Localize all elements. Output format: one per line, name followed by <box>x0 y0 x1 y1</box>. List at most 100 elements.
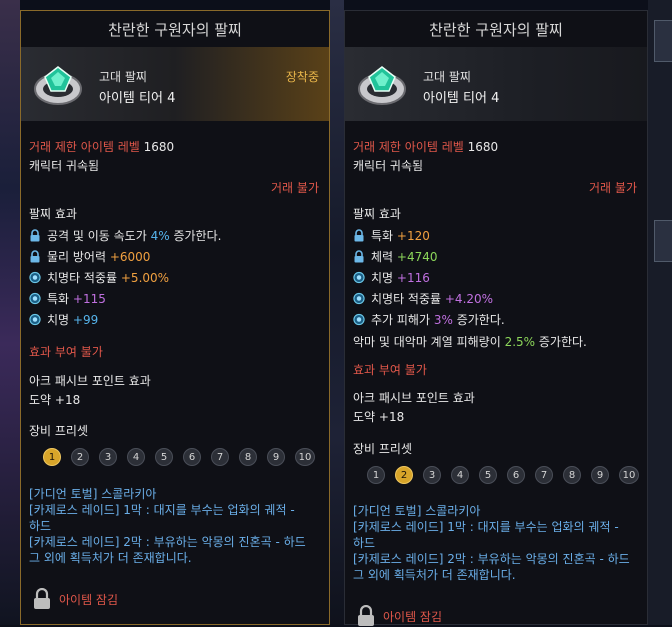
effect-text: 공격 및 이동 속도가 4% 증가한다. <box>47 229 222 243</box>
trade-status: 거래 불가 <box>271 181 319 195</box>
bound-status: 캐릭터 귀속됨 <box>29 159 100 173</box>
bound-status: 캐릭터 귀속됨 <box>353 159 424 173</box>
inventory-slot[interactable] <box>654 20 672 62</box>
preset-button-8[interactable]: 8 <box>239 448 257 466</box>
preset-button-10[interactable]: 10 <box>619 466 639 484</box>
preset-selector: 1 2 3 4 5 6 7 8 9 10 <box>367 466 639 484</box>
preset-button-2[interactable]: 2 <box>71 448 89 466</box>
preset-button-7[interactable]: 7 <box>535 466 553 484</box>
bracelet-icon <box>358 66 406 105</box>
preset-button-1[interactable]: 1 <box>367 466 385 484</box>
source-line[interactable]: [카제로스 레이드] 2막 : 부유하는 악몽의 진혼곡 - 하드 <box>353 551 630 567</box>
preset-button-4[interactable]: 4 <box>127 448 145 466</box>
lock-icon <box>353 250 365 263</box>
ark-passive-title: 아크 패시브 포인트 효과 <box>29 374 151 388</box>
preset-button-5[interactable]: 5 <box>155 448 173 466</box>
padlock-icon <box>358 605 374 626</box>
source-line[interactable]: [카제로스 레이드] 1막 : 대지를 부수는 업화의 궤적 - <box>29 502 306 518</box>
background-ui-right <box>648 0 672 625</box>
effect-row: 치명 +116 <box>353 269 430 286</box>
background-art-middle <box>330 0 344 625</box>
preset-button-4[interactable]: 4 <box>451 466 469 484</box>
effect-text: 특화 +115 <box>47 292 106 306</box>
item-tier: 아이템 티어 4 <box>99 91 176 106</box>
effect-text: 추가 피해가 3% 증가한다. <box>371 313 505 327</box>
effect-row: 치명타 적중률 +5.00% <box>29 269 169 286</box>
trade-status: 거래 불가 <box>589 181 637 195</box>
preset-button-6[interactable]: 6 <box>183 448 201 466</box>
preset-button-9[interactable]: 9 <box>591 466 609 484</box>
extra-effect: 악마 및 대악마 계열 피해량이 2.5% 증가한다. <box>353 335 587 349</box>
background-art-left <box>0 0 20 625</box>
lock-icon <box>29 229 41 242</box>
tooltip-compare-bracelet: 찬란한 구원자의 팔찌 고대 팔찌 아이템 티어 4 거래 제한 아이템 레벨 … <box>344 10 648 627</box>
source-line[interactable]: 하드 <box>353 535 630 551</box>
preset-button-3[interactable]: 3 <box>423 466 441 484</box>
tooltip-equipped-bracelet: 찬란한 구원자의 팔찌 고대 팔찌 아이템 티어 4 장착중 거래 제한 아이템… <box>20 10 330 625</box>
effect-text: 치명타 적중률 +5.00% <box>47 271 170 285</box>
effect-title: 팔찌 효과 <box>353 207 401 221</box>
preset-button-6[interactable]: 6 <box>507 466 525 484</box>
preset-title: 장비 프리셋 <box>353 442 413 456</box>
item-lock-status[interactable]: 아이템 잠김 <box>357 605 442 627</box>
gem-icon <box>29 292 41 305</box>
effect-text: 물리 방어력 +6000 <box>47 250 151 264</box>
effect-row: 추가 피해가 3% 증가한다. <box>353 311 505 328</box>
gem-icon <box>29 271 41 284</box>
tooltip-title: 찬란한 구원자의 팔찌 <box>429 20 563 39</box>
item-grade: 고대 팔찌 <box>99 70 147 84</box>
gem-icon <box>29 313 41 326</box>
item-grade: 고대 팔찌 <box>423 70 471 84</box>
preset-button-5[interactable]: 5 <box>479 466 497 484</box>
item-tier: 아이템 티어 4 <box>423 91 500 106</box>
ark-passive-title: 아크 패시브 포인트 효과 <box>353 391 475 405</box>
effect-row: 물리 방어력 +6000 <box>29 248 150 265</box>
gem-icon <box>353 313 365 326</box>
effect-row: 공격 및 이동 속도가 4% 증가한다. <box>29 227 221 244</box>
preset-button-8[interactable]: 8 <box>563 466 581 484</box>
lock-label: 아이템 잠김 <box>383 609 443 624</box>
source-list: [가디언 토벌] 스콜라키아 [카제로스 레이드] 1막 : 대지를 부수는 업… <box>353 503 630 583</box>
preset-button-3[interactable]: 3 <box>99 448 117 466</box>
effect-text: 치명타 적중률 +4.20% <box>371 292 494 306</box>
source-line[interactable]: [카제로스 레이드] 2막 : 부유하는 악몽의 진혼곡 - 하드 <box>29 534 306 550</box>
effect-text: 치명 +116 <box>371 271 430 285</box>
preset-button-1[interactable]: 1 <box>43 448 61 466</box>
trade-limit-level: 거래 제한 아이템 레벨 1680 <box>353 140 499 154</box>
padlock-icon <box>34 588 50 609</box>
source-line[interactable]: 그 외에 획득처가 더 존재합니다. <box>29 550 306 566</box>
preset-title: 장비 프리셋 <box>29 424 89 438</box>
effect-row: 특화 +115 <box>29 290 106 307</box>
item-header: 고대 팔찌 아이템 티어 4 <box>345 47 647 121</box>
lock-icon <box>353 229 365 242</box>
preset-button-7[interactable]: 7 <box>211 448 229 466</box>
effect-row: 치명타 적중률 +4.20% <box>353 290 493 307</box>
preset-selector: 1 2 3 4 5 6 7 8 9 10 <box>43 448 315 466</box>
effect-row: 체력 +4740 <box>353 248 438 265</box>
effect-text: 체력 +4740 <box>371 250 438 264</box>
effect-title: 팔찌 효과 <box>29 207 77 221</box>
item-lock-status[interactable]: 아이템 잠김 <box>33 588 118 610</box>
preset-button-10[interactable]: 10 <box>295 448 315 466</box>
effect-row: 치명 +99 <box>29 311 98 328</box>
gem-icon <box>353 292 365 305</box>
effect-text: 특화 +120 <box>371 229 430 243</box>
no-grant-label: 효과 부여 불가 <box>29 345 103 359</box>
source-line[interactable]: 그 외에 획득처가 더 존재합니다. <box>353 567 630 583</box>
source-list: [가디언 토벌] 스콜라키아 [카제로스 레이드] 1막 : 대지를 부수는 업… <box>29 486 306 566</box>
item-header: 고대 팔찌 아이템 티어 4 장착중 <box>21 47 329 121</box>
effect-row: 특화 +120 <box>353 227 430 244</box>
no-grant-label: 효과 부여 불가 <box>353 363 427 377</box>
trade-limit-level: 거래 제한 아이템 레벨 1680 <box>29 140 175 154</box>
lock-icon <box>29 250 41 263</box>
preset-button-2[interactable]: 2 <box>395 466 413 484</box>
ark-passive-value: 도약 +18 <box>29 393 81 407</box>
source-line[interactable]: [카제로스 레이드] 1막 : 대지를 부수는 업화의 궤적 - <box>353 519 630 535</box>
gem-icon <box>353 271 365 284</box>
preset-button-9[interactable]: 9 <box>267 448 285 466</box>
source-line[interactable]: 하드 <box>29 518 306 534</box>
effect-text: 치명 +99 <box>47 313 99 327</box>
source-line[interactable]: [가디언 토벌] 스콜라키아 <box>353 503 630 519</box>
source-line[interactable]: [가디언 토벌] 스콜라키아 <box>29 486 306 502</box>
inventory-slot[interactable] <box>654 220 672 262</box>
